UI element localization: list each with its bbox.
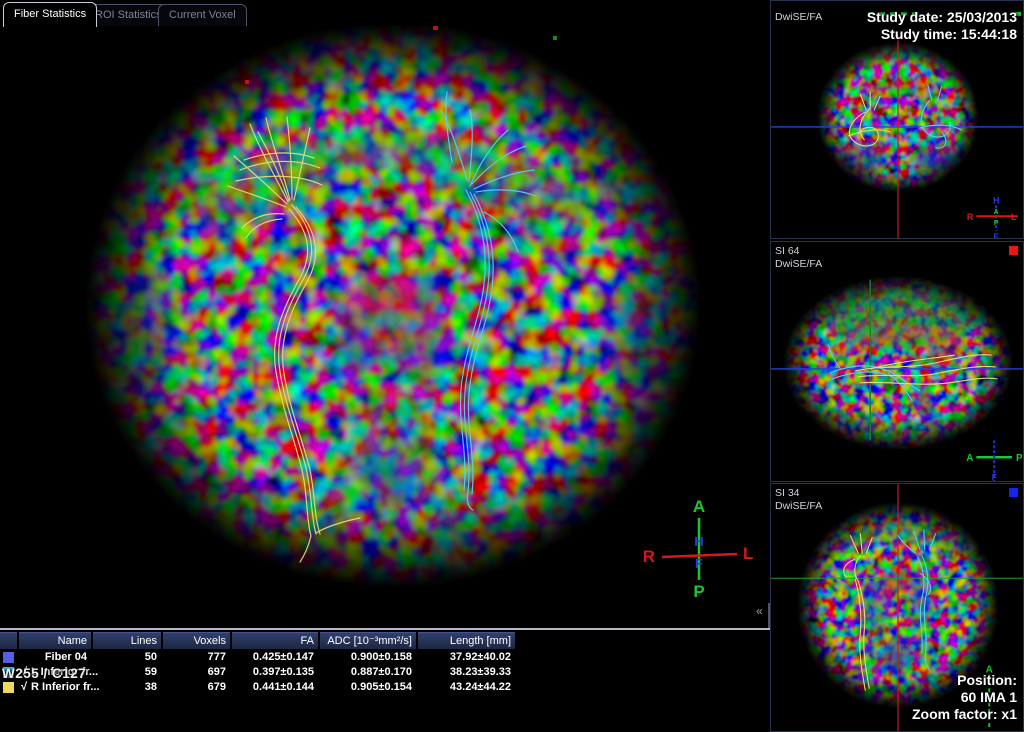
axial-panel[interactable]: A SI 34 DwiSE/FA Position: 60 IMA 1 Zoom…: [770, 483, 1024, 732]
stats-table-header: Name Lines Voxels FA ADC [10⁻³mm²/s] Len…: [0, 632, 517, 649]
table-top-border: [0, 628, 770, 630]
panel-splitter-handle[interactable]: [768, 603, 770, 629]
row-name: R Inferior fr...: [31, 681, 99, 693]
row-adc: 0.887±0.170: [320, 665, 416, 680]
header-fa: FA: [232, 632, 318, 649]
orientation-label-p: P: [994, 220, 999, 227]
pane-marker: [1009, 246, 1018, 255]
main-viewport[interactable]: A P R L H F: [0, 0, 768, 601]
header-length: Length [mm]: [418, 632, 515, 649]
row-adc: 0.905±0.154: [320, 680, 416, 695]
sagittal-panel[interactable]: A P F SI 64 DwiSE/FA: [770, 241, 1024, 482]
header-adc: ADC [10⁻³mm²/s]: [320, 632, 416, 649]
row-fa: 0.425±0.147: [232, 650, 318, 665]
sequence-label: DwiSE/FA: [775, 11, 822, 24]
row-lines: 50: [93, 650, 161, 665]
brain-axial-image: A P R L H F: [0, 0, 768, 601]
orientation-label-r: R: [643, 547, 655, 566]
orientation-label-f: F: [695, 556, 703, 571]
orientation-label-h: H: [694, 534, 703, 549]
position-label: Position:: [912, 672, 1017, 689]
orientation-label-a: A: [994, 209, 999, 216]
coronal-panel[interactable]: H F R L A P DwiSE/FA Study date: 25/03/2…: [770, 0, 1024, 239]
header-name: Name: [19, 632, 91, 649]
orientation-label-a: A: [966, 453, 973, 464]
dti-workstation-screen: A P R L H F: [0, 0, 1024, 732]
row-lines: 59: [93, 665, 161, 680]
row-length: 38.23±39.33: [418, 665, 515, 680]
brain-sagittal-image: A P F: [771, 242, 1023, 481]
row-adc: 0.900±0.158: [320, 650, 416, 665]
study-date: Study date: 25/03/2013: [867, 9, 1017, 26]
fiber-table-row[interactable]: √ R Inferior fr... 38 679 0.441±0.144 0.9…: [0, 680, 517, 695]
sequence-label: DwiSE/FA: [775, 500, 822, 513]
collapse-chevron-icon[interactable]: «: [756, 605, 763, 617]
orientation-label-r: R: [967, 212, 974, 222]
orientation-label-p: P: [1016, 453, 1023, 464]
stats-tab-bar: Fiber Statistics ROI Statistics Current …: [0, 0, 768, 26]
position-value: 60 IMA 1: [912, 689, 1017, 706]
row-swatch[interactable]: [3, 682, 14, 693]
header-swatch-column: [0, 632, 17, 649]
header-lines: Lines: [93, 632, 161, 649]
orientation-label-h: H: [993, 195, 999, 205]
orientation-label-a: A: [693, 497, 705, 516]
row-voxels: 777: [163, 650, 230, 665]
study-info: Study date: 25/03/2013 Study time: 15:44…: [867, 9, 1017, 43]
orientation-label-f: F: [993, 232, 999, 238]
row-voxels: 697: [163, 665, 230, 680]
tab-fiber-statistics[interactable]: Fiber Statistics: [3, 2, 97, 27]
sequence-label: DwiSE/FA: [775, 258, 822, 271]
row-voxels: 679: [163, 680, 230, 695]
row-check[interactable]: √: [21, 681, 27, 693]
row-name: Fiber 04: [19, 650, 91, 665]
tab-current-voxel[interactable]: Current Voxel: [158, 4, 247, 26]
orientation-label-f: F: [992, 473, 997, 481]
window-level-overlay: W255 / C127: [2, 666, 86, 681]
row-fa: 0.441±0.144: [232, 680, 318, 695]
orientation-label-l: L: [743, 544, 753, 563]
header-voxels: Voxels: [163, 632, 230, 649]
row-length: 43.24±44.22: [418, 680, 515, 695]
study-time: Study time: 15:44:18: [867, 26, 1017, 43]
slice-label: SI 34: [775, 487, 800, 500]
row-lines: 38: [93, 680, 161, 695]
orientation-label-l: L: [1011, 212, 1017, 222]
slice-label: SI 64: [775, 245, 800, 258]
pane-marker: [1009, 488, 1018, 497]
row-swatch[interactable]: [3, 652, 14, 663]
fiber-table-row[interactable]: Fiber 04 50 777 0.425±0.147 0.900±0.158 …: [0, 650, 517, 665]
row-length: 37.92±40.02: [418, 650, 515, 665]
row-fa: 0.397±0.135: [232, 665, 318, 680]
position-readout: Position: 60 IMA 1 Zoom factor: x1: [912, 672, 1017, 723]
zoom-factor-readout: Zoom factor: x1: [912, 706, 1017, 723]
orientation-label-p: P: [693, 582, 704, 601]
